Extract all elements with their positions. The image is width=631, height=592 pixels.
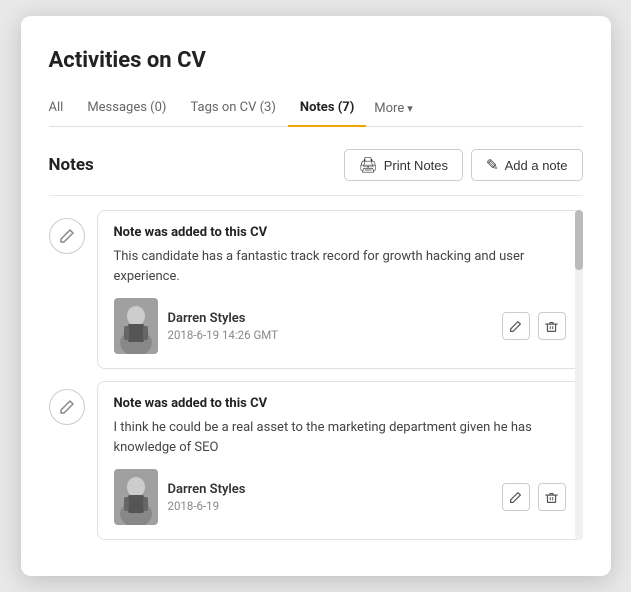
notes-scroll-area: Note was added to this CV This candidate… bbox=[49, 210, 583, 540]
notes-section-title: Notes bbox=[49, 155, 94, 175]
note-card-1: Note was added to this CV This candidate… bbox=[97, 210, 583, 369]
tab-more[interactable]: More ▾ bbox=[366, 93, 420, 126]
scrollbar-track[interactable] bbox=[575, 210, 583, 540]
page-title: Activities on CV bbox=[49, 48, 583, 73]
tab-notes[interactable]: Notes (7) bbox=[288, 92, 366, 127]
note-row: Note was added to this CV This candidate… bbox=[49, 210, 583, 369]
edit-icon-2 bbox=[59, 399, 75, 415]
author-details-1: Darren Styles 2018-6-19 14:26 GMT bbox=[168, 311, 279, 342]
notes-list: Note was added to this CV This candidate… bbox=[49, 210, 583, 540]
tab-bar: All Messages (0) Tags on CV (3) Notes (7… bbox=[49, 91, 583, 127]
tab-all[interactable]: All bbox=[49, 92, 76, 127]
note-edit-toggle-1[interactable] bbox=[49, 218, 85, 254]
author-date-1: 2018-6-19 14:26 GMT bbox=[168, 328, 279, 342]
note-trash-button-1[interactable] bbox=[538, 312, 566, 340]
main-window: Activities on CV All Messages (0) Tags o… bbox=[21, 16, 611, 576]
scrollbar-thumb[interactable] bbox=[575, 210, 583, 270]
note-pencil-button-1[interactable] bbox=[502, 312, 530, 340]
edit-icon-1 bbox=[59, 228, 75, 244]
notes-header: Notes 🖨 Print Notes ✎ Add a note bbox=[49, 149, 583, 181]
note-author-row-1: Darren Styles 2018-6-19 14:26 GMT bbox=[114, 298, 566, 354]
print-notes-button[interactable]: 🖨 Print Notes bbox=[344, 149, 463, 181]
tab-tags[interactable]: Tags on CV (3) bbox=[178, 92, 287, 127]
author-name-2: Darren Styles bbox=[168, 482, 246, 497]
notes-divider bbox=[49, 195, 583, 196]
tab-more-label: More bbox=[374, 101, 404, 116]
note-card-title-1: Note was added to this CV bbox=[114, 225, 566, 240]
note-action-icons-1 bbox=[502, 312, 566, 340]
note-action-icons-2 bbox=[502, 483, 566, 511]
tab-messages[interactable]: Messages (0) bbox=[75, 92, 178, 127]
print-icon: 🖨 bbox=[359, 156, 378, 174]
trash-icon-1 bbox=[545, 320, 558, 333]
note-author-info-1: Darren Styles 2018-6-19 14:26 GMT bbox=[114, 298, 279, 354]
note-author-row-2: Darren Styles 2018-6-19 bbox=[114, 469, 566, 525]
avatar-1 bbox=[114, 298, 158, 354]
author-name-1: Darren Styles bbox=[168, 311, 279, 326]
notes-actions: 🖨 Print Notes ✎ Add a note bbox=[344, 149, 583, 181]
chevron-down-icon: ▾ bbox=[407, 102, 413, 115]
note-card-body-1: This candidate has a fantastic track rec… bbox=[114, 247, 566, 286]
note-card-body-2: I think he could be a real asset to the … bbox=[114, 418, 566, 457]
add-note-button[interactable]: ✎ Add a note bbox=[471, 149, 582, 181]
author-date-2: 2018-6-19 bbox=[168, 499, 246, 513]
note-card-2: Note was added to this CV I think he cou… bbox=[97, 381, 583, 540]
note-pencil-button-2[interactable] bbox=[502, 483, 530, 511]
author-details-2: Darren Styles 2018-6-19 bbox=[168, 482, 246, 513]
note-author-info-2: Darren Styles 2018-6-19 bbox=[114, 469, 246, 525]
add-note-icon: ✎ bbox=[486, 156, 499, 174]
pencil-icon-2 bbox=[509, 491, 522, 504]
note-edit-toggle-2[interactable] bbox=[49, 389, 85, 425]
pencil-icon-1 bbox=[509, 320, 522, 333]
note-trash-button-2[interactable] bbox=[538, 483, 566, 511]
note-card-title-2: Note was added to this CV bbox=[114, 396, 566, 411]
avatar-svg-2 bbox=[114, 469, 158, 525]
avatar-svg-1 bbox=[114, 298, 158, 354]
trash-icon-2 bbox=[545, 491, 558, 504]
note-row-2: Note was added to this CV I think he cou… bbox=[49, 381, 583, 540]
avatar-2 bbox=[114, 469, 158, 525]
add-note-label: Add a note bbox=[505, 158, 568, 173]
print-notes-label: Print Notes bbox=[384, 158, 448, 173]
